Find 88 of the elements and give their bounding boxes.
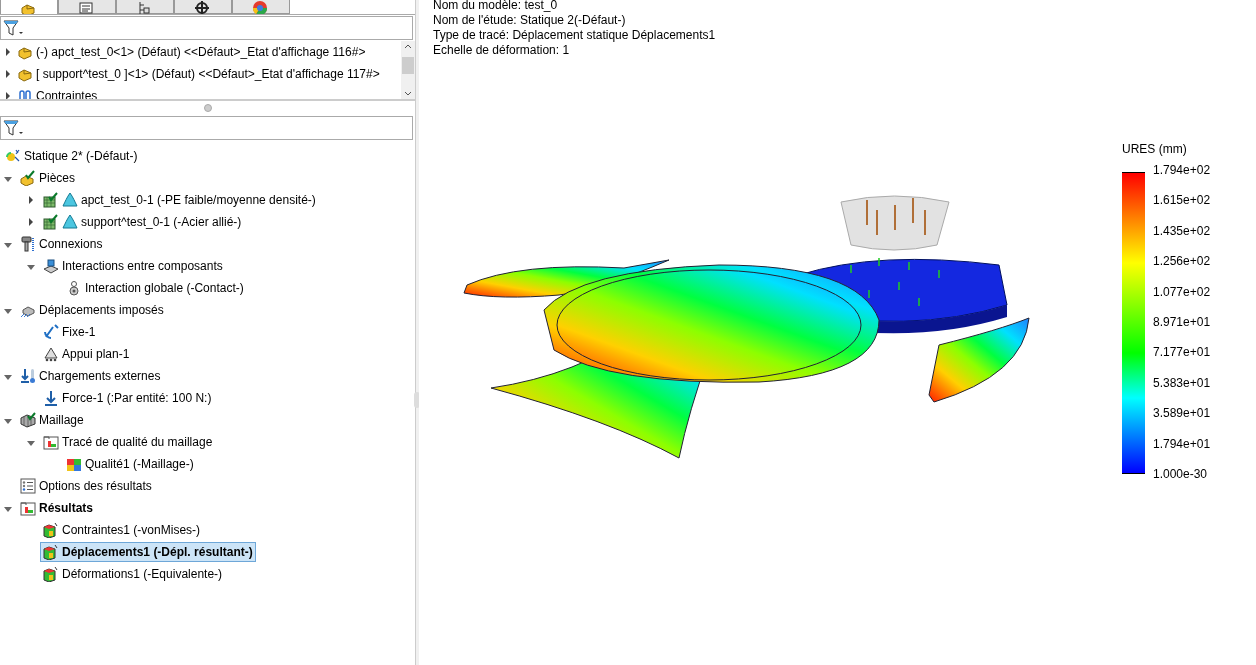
tree-item-label: Interactions entre composants (62, 259, 223, 273)
tree-item[interactable]: Chargements externes (17, 366, 164, 386)
result-plot-icon (43, 522, 59, 538)
tree-item-label: Connexions (39, 237, 103, 251)
bolt-icon (20, 236, 36, 252)
tree-item[interactable]: Qualité1 (-Maillage-) (63, 454, 197, 474)
legend-tick-label: 1.794e+01 (1153, 436, 1211, 451)
contact-icon (66, 280, 82, 296)
tree-item[interactable]: Déplacements imposés (17, 300, 167, 320)
tree-item[interactable]: Connexions (17, 234, 106, 254)
legend-tick-label: 1.615e+02 (1153, 193, 1211, 208)
force-arrow-icon (43, 390, 59, 406)
tree-item[interactable]: (-) apct_test_0<1> (Défaut) <<Défaut>_Etat d'affichage 116#> (36, 45, 366, 59)
tree-item[interactable]: Interaction globale (-Contact-) (63, 278, 247, 298)
tree-item-label: Force-1 (:Par entité: 100 N:) (62, 391, 212, 405)
material-icon (62, 192, 78, 208)
tree-item-label: Déformations1 (-Equivalente-) (62, 567, 223, 581)
tree-item[interactable]: Déformations1 (-Equivalente-) (40, 564, 226, 584)
mesh-quality-icon (66, 456, 82, 472)
tree-item[interactable]: apct_test_0-1 (-PE faible/moyenne densité-) (40, 190, 319, 210)
tree-item-label: Qualité1 (-Maillage-) (85, 457, 194, 471)
tree-item-label: Appui plan-1 (62, 347, 130, 361)
tree-item-label: Statique 2* (-Défaut-) (24, 149, 138, 163)
tree-item-label: Pièces (39, 171, 76, 185)
tree-item-label: Interaction globale (-Contact-) (85, 281, 244, 295)
tree-item[interactable]: Contraintes1 (-vonMises-) (40, 520, 204, 540)
legend-tick-label: 1.077e+02 (1153, 284, 1211, 299)
plot-info-line: Type de tracé: Déplacement statique Déplacements1 (433, 28, 717, 43)
material-icon (62, 214, 78, 230)
tree-item[interactable]: [ support^test_0 ]<1> (Défaut) <<Défaut>_Etat d'affichage 117#> (36, 67, 380, 81)
study-icon (5, 148, 21, 164)
legend-tick-label: 1.435e+02 (1153, 223, 1211, 238)
legend-tick-label: 7.177e+01 (1153, 345, 1211, 360)
tree-item[interactable]: Appui plan-1 (40, 344, 133, 364)
tree-item[interactable]: Tracé de qualité du maillage (40, 432, 216, 452)
tree-item-label: Résultats (39, 501, 94, 515)
tree-item-label: Tracé de qualité du maillage (62, 435, 213, 449)
folder-icon (43, 434, 59, 450)
legend-tick-label: 5.383e+01 (1153, 375, 1211, 390)
tree-item[interactable]: Résultats (17, 498, 97, 518)
legend-tick-label: 1.000e-30 (1153, 466, 1209, 481)
scrollbar[interactable] (401, 41, 415, 99)
tree-item-label: apct_test_0-1 (-PE faible/moyenne densité-) (81, 193, 316, 207)
tree-item[interactable]: Fixe-1 (40, 322, 99, 342)
tree-item-label: Contraintes1 (-vonMises-) (62, 523, 201, 537)
tree-item[interactable]: Force-1 (:Par entité: 100 N:) (40, 388, 215, 408)
splitter-grip[interactable] (203, 104, 212, 112)
legend-tick-label: 1.794e+02 (1153, 163, 1211, 177)
legend-title: URES (mm) (1122, 142, 1188, 156)
legend-tick-label: 1.256e+02 (1153, 254, 1211, 269)
mesh-icon (20, 412, 36, 428)
filter-icon[interactable] (3, 19, 25, 37)
tree-item[interactable]: Déplacements1 (-Dépl. résultant-) (40, 542, 256, 562)
tree-item-label: Chargements externes (39, 369, 161, 383)
result-plot-icon (43, 544, 59, 560)
options-list-icon (20, 478, 36, 494)
mesh-part-icon (43, 214, 59, 230)
color-wheel-icon (251, 0, 268, 14)
filter-icon[interactable] (3, 119, 25, 137)
crosshair-icon (193, 0, 210, 14)
plot-info-line: Nom du modèle: test_0 (433, 0, 559, 13)
plot-info-line: Nom de l'étude: Statique 2(-Défaut-) (433, 13, 627, 28)
roller-icon (43, 346, 59, 362)
interaction-icon (43, 258, 59, 274)
tree-item-label: Fixe-1 (62, 325, 96, 339)
tree-item-label: support^test_0-1 (-Acier allié-) (81, 215, 242, 229)
plot-info-line: Echelle de déformation: 1 (433, 43, 571, 58)
tree-item[interactable]: Interactions entre composants (40, 256, 226, 276)
checked-part-icon (20, 170, 36, 186)
mesh-part-icon (43, 192, 59, 208)
legend-tick-label: 3.589e+01 (1153, 406, 1211, 421)
folder-icon (20, 500, 36, 516)
tree-item[interactable]: Options des résultats (17, 476, 155, 496)
tree-item-label: Déplacements1 (-Dépl. résultant-) (62, 545, 253, 559)
filter-field[interactable] (0, 16, 413, 40)
anchor-icon (43, 324, 59, 340)
tree-item[interactable]: Pièces (17, 168, 79, 188)
tree-item-label: Maillage (39, 413, 84, 427)
tree-item[interactable]: Statique 2* (-Défaut-) (2, 146, 141, 166)
filter-field[interactable] (0, 116, 413, 140)
load-icon (20, 368, 36, 384)
result-plot-icon (43, 566, 59, 582)
tree-item-label: Options des résultats (39, 479, 152, 493)
legend-tick-label: 8.971e+01 (1153, 314, 1211, 329)
tree-item-label: Déplacements imposés (39, 303, 164, 317)
panel-tab[interactable] (174, 0, 232, 14)
tree-item[interactable]: support^test_0-1 (-Acier allié-) (40, 212, 245, 232)
tree-item[interactable]: Maillage (17, 410, 87, 430)
